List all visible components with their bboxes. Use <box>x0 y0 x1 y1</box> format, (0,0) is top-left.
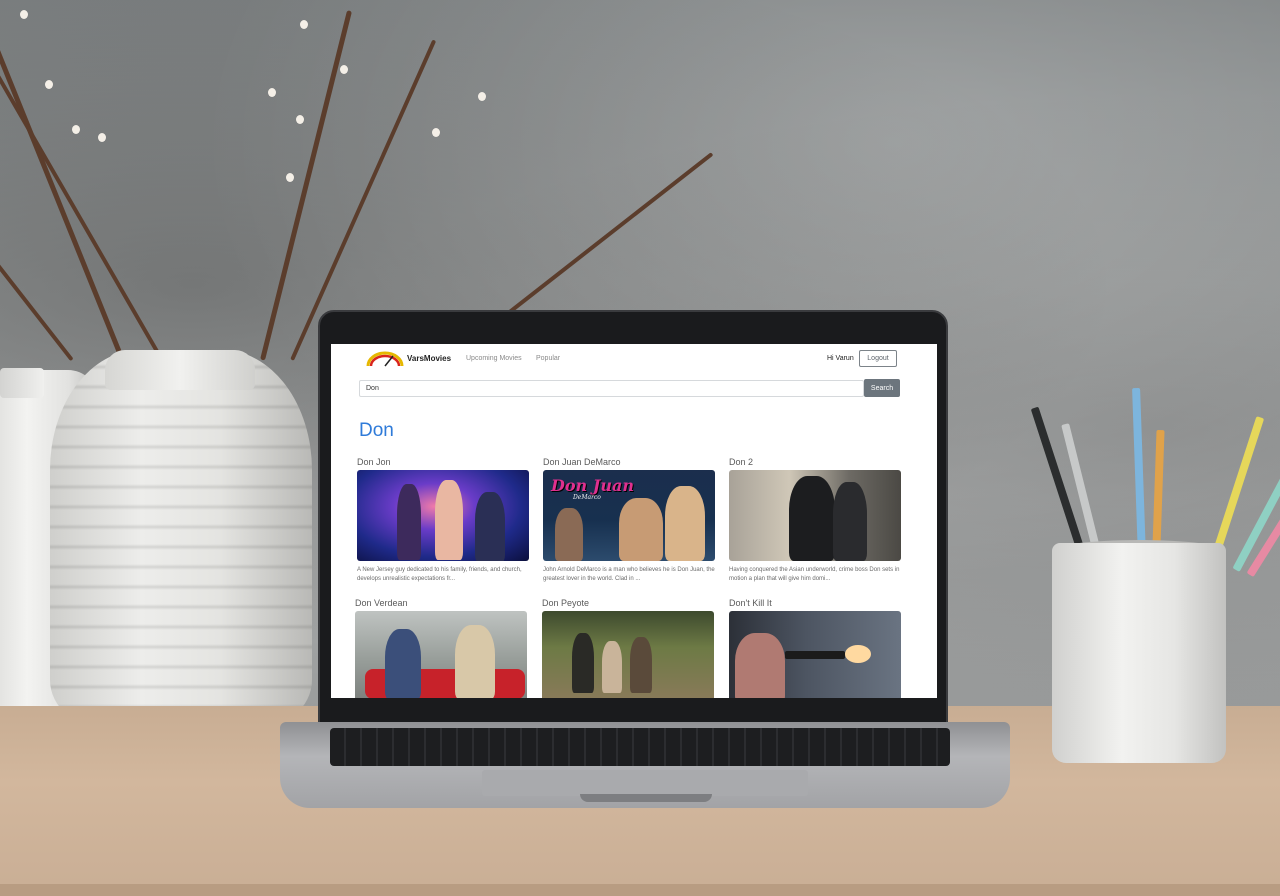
bud-decoration <box>286 173 294 182</box>
movie-poster[interactable] <box>357 470 529 561</box>
movie-card[interactable]: Don 2 Having conquered the Asian underwo… <box>729 457 901 584</box>
bud-decoration <box>478 92 486 101</box>
poster-title-text: Don Juan <box>551 476 634 495</box>
browser-screen: VarsMovies Upcoming Movies Popular Hi Va… <box>331 344 937 698</box>
logout-button[interactable]: Logout <box>859 350 897 367</box>
movie-card[interactable]: Don Peyote <box>542 598 714 698</box>
movie-title[interactable]: Don Verdean <box>355 598 527 608</box>
brand-name[interactable]: VarsMovies <box>407 354 451 363</box>
movie-description: A New Jersey guy dedicated to his family… <box>357 567 522 582</box>
search-input[interactable] <box>359 380 864 397</box>
bud-decoration <box>72 125 80 134</box>
movie-title[interactable]: Don't Kill It <box>729 598 901 608</box>
movie-title[interactable]: Don Juan DeMarco <box>543 457 715 467</box>
movie-title[interactable]: Don 2 <box>729 457 901 467</box>
desk-edge <box>0 884 1280 896</box>
movie-card[interactable]: Don't Kill It <box>729 598 901 698</box>
small-vase-neck <box>0 368 44 398</box>
logo-icon[interactable] <box>365 350 405 368</box>
movie-description: John Arnold DeMarco is a man who believe… <box>543 567 715 582</box>
movie-description: Having conquered the Asian underworld, c… <box>729 567 900 582</box>
movie-card[interactable]: Don Verdean <box>355 598 527 698</box>
bud-decoration <box>268 88 276 97</box>
bud-decoration <box>300 20 308 29</box>
laptop-touchpad <box>482 770 808 796</box>
movie-poster[interactable] <box>729 470 901 561</box>
bud-decoration <box>45 80 53 89</box>
search-button[interactable]: Search <box>864 379 900 397</box>
bud-decoration <box>340 65 348 74</box>
user-greeting: Hi Varun <box>827 355 854 362</box>
laptop-notch <box>580 794 712 802</box>
navbar: VarsMovies Upcoming Movies Popular Hi Va… <box>331 344 937 374</box>
ribbed-vase <box>50 350 312 730</box>
bud-decoration <box>20 10 28 19</box>
movie-poster[interactable] <box>355 611 527 698</box>
ribbed-vase-neck <box>105 350 255 390</box>
pencil-cup <box>1052 543 1226 763</box>
movie-poster[interactable] <box>729 611 901 698</box>
movie-poster[interactable] <box>542 611 714 698</box>
movie-title[interactable]: Don Jon <box>357 457 529 467</box>
bud-decoration <box>432 128 440 137</box>
poster-subtitle-text: DeMarco <box>573 494 601 501</box>
bud-decoration <box>98 133 106 142</box>
movie-title[interactable]: Don Peyote <box>542 598 714 608</box>
results-heading: Don <box>359 420 394 441</box>
movie-card[interactable]: Don Juan DeMarco Don Juan DeMarco John A… <box>543 457 715 584</box>
movie-card[interactable]: Don Jon A New Jersey guy dedicated to hi… <box>357 457 529 584</box>
laptop-keyboard <box>330 728 950 766</box>
nav-link-popular[interactable]: Popular <box>536 355 560 362</box>
bud-decoration <box>296 115 304 124</box>
nav-link-upcoming-movies[interactable]: Upcoming Movies <box>466 355 522 362</box>
movie-poster[interactable]: Don Juan DeMarco <box>543 470 715 561</box>
